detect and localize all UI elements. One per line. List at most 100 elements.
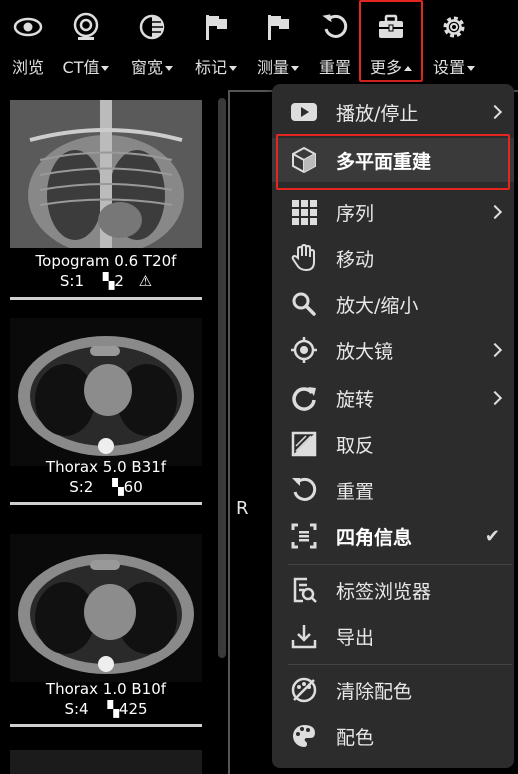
- series-progress-bar: [10, 724, 202, 727]
- warning-icon: ⚠: [138, 272, 153, 290]
- invert-icon: [288, 428, 320, 460]
- measure-flag-icon: [260, 6, 296, 48]
- series-panel: Topogram 0.6 T20f S:1 ▚2 ⚠ Thorax 5.0 B3…: [0, 90, 228, 774]
- series-title: Thorax 5.0 B31f: [45, 458, 167, 476]
- chevron-right-icon: [487, 104, 503, 120]
- chevron-down-icon: [291, 66, 299, 71]
- menu-item-clear-palette[interactable]: 清除配色: [272, 668, 514, 712]
- series-progress-bar: [10, 502, 202, 505]
- menu-item-label: 移动: [336, 248, 375, 271]
- menu-item-label: 配色: [336, 726, 375, 749]
- grid-icon: [288, 196, 320, 228]
- chevron-down-icon: [101, 66, 110, 71]
- toolbar-label: 设置: [432, 58, 465, 77]
- menu-item-label: 多平面重建: [336, 150, 432, 173]
- play-icon: [288, 96, 320, 128]
- reset-tool[interactable]: 重置: [314, 0, 356, 86]
- menu-item-mpr[interactable]: 多平面重建: [272, 138, 514, 182]
- series-thumbnail[interactable]: [10, 750, 202, 774]
- series-number: S:4: [64, 700, 89, 718]
- flag-icon: [198, 6, 234, 48]
- menu-item-label: 重置: [336, 480, 375, 503]
- window-width-icon: [134, 6, 170, 48]
- window-width-tool[interactable]: 窗宽: [124, 0, 180, 86]
- chevron-down-icon: [467, 66, 475, 71]
- topogram-image: [10, 100, 202, 248]
- image-count-icon: ▚: [112, 478, 124, 496]
- reset-icon: [288, 474, 320, 506]
- menu-item-zoom[interactable]: 放大/缩小: [272, 282, 514, 326]
- series-thumbnail[interactable]: Thorax 5.0 B31f S:2 ▚60: [10, 318, 202, 510]
- series-meta: S:4 ▚425: [10, 700, 202, 718]
- series-meta: S:2 ▚60: [10, 478, 202, 496]
- series-thumbnail[interactable]: Thorax 1.0 B10f S:4 ▚425: [10, 534, 202, 727]
- image-count: 425: [118, 700, 148, 718]
- image-count-icon: ▚: [107, 700, 119, 718]
- menu-item-palette[interactable]: 配色: [272, 714, 514, 758]
- toolbar-label: 浏览: [11, 58, 44, 77]
- toolbar-label: 测量: [256, 58, 289, 77]
- series-number: S:2: [69, 478, 94, 496]
- toolbar: 浏览 CT值 窗宽 标记 测量 重置 更多 设置: [0, 0, 518, 86]
- menu-item-play-stop[interactable]: 播放/停止: [272, 90, 514, 134]
- target-icon: [288, 334, 320, 366]
- menu-item-label: 四角信息: [336, 526, 413, 549]
- menu-item-label: 序列: [336, 202, 375, 225]
- magnifier-icon: [288, 288, 320, 320]
- image-count: 60: [123, 478, 143, 496]
- rotate-icon: [288, 382, 320, 414]
- series-meta: S:1 ▚2 ⚠: [10, 272, 202, 290]
- menu-item-label: 标签浏览器: [336, 580, 432, 603]
- series-scrollbar[interactable]: [218, 98, 226, 658]
- menu-item-magnifier[interactable]: 放大镜: [272, 328, 514, 372]
- browse-tool[interactable]: 浏览: [6, 0, 50, 86]
- tag-browser-icon: [288, 574, 320, 606]
- measure-tool[interactable]: 测量: [250, 0, 306, 86]
- toolbar-label: CT值: [62, 58, 100, 77]
- chevron-right-icon: [487, 342, 503, 358]
- eye-icon: [10, 6, 46, 48]
- palette-icon: [288, 720, 320, 752]
- settings-tool[interactable]: 设置: [426, 0, 482, 86]
- series-number: S:1: [59, 272, 84, 290]
- menu-item-corner-info[interactable]: 四角信息 ✔: [272, 514, 514, 558]
- image-count-icon: ▚: [102, 272, 115, 290]
- chevron-right-icon: [487, 204, 503, 220]
- menu-item-invert[interactable]: 取反: [272, 422, 514, 466]
- series-title: Thorax 1.0 B10f: [45, 680, 167, 698]
- menu-item-pan[interactable]: 移动: [272, 236, 514, 280]
- menu-divider: [288, 664, 512, 665]
- more-menu: 播放/停止 多平面重建 序列 移动 放大/缩小 放大镜 旋转 取反 重置 四角信…: [272, 84, 514, 768]
- chevron-right-icon: [487, 390, 503, 406]
- menu-item-label: 播放/停止: [336, 102, 419, 125]
- series-progress-bar: [10, 297, 202, 300]
- menu-item-reset[interactable]: 重置: [272, 468, 514, 512]
- cube-icon: [288, 144, 320, 176]
- menu-item-label: 放大镜: [336, 340, 394, 363]
- ct-value-tool[interactable]: CT值: [56, 0, 116, 86]
- menu-item-export[interactable]: 导出: [272, 614, 514, 658]
- menu-item-label: 旋转: [336, 388, 375, 411]
- toolbar-label: 更多: [369, 58, 402, 77]
- toolbar-label: 窗宽: [130, 58, 163, 77]
- gear-icon: [436, 6, 472, 48]
- toolbox-icon: [373, 6, 409, 48]
- chevron-down-icon: [229, 66, 237, 71]
- corner-info-icon: [288, 520, 320, 552]
- series-thumbnail[interactable]: Topogram 0.6 T20f S:1 ▚2 ⚠: [10, 100, 202, 300]
- toolbar-label: 重置: [318, 58, 351, 77]
- menu-item-series[interactable]: 序列: [272, 190, 514, 234]
- image-count: 2: [114, 272, 124, 290]
- mark-tool[interactable]: 标记: [188, 0, 244, 86]
- menu-item-tag-browser[interactable]: 标签浏览器: [272, 568, 514, 612]
- menu-item-rotate[interactable]: 旋转: [272, 376, 514, 420]
- ct-value-icon: [68, 6, 104, 48]
- reset-icon: [317, 6, 353, 48]
- series-title: Topogram 0.6 T20f: [35, 252, 177, 270]
- ct-slice-image: [10, 750, 202, 774]
- menu-item-label: 放大/缩小: [336, 294, 419, 317]
- toolbar-label: 标记: [194, 58, 227, 77]
- menu-item-label: 导出: [336, 626, 375, 649]
- more-tool[interactable]: 更多: [362, 0, 420, 86]
- menu-item-label: 清除配色: [336, 680, 413, 703]
